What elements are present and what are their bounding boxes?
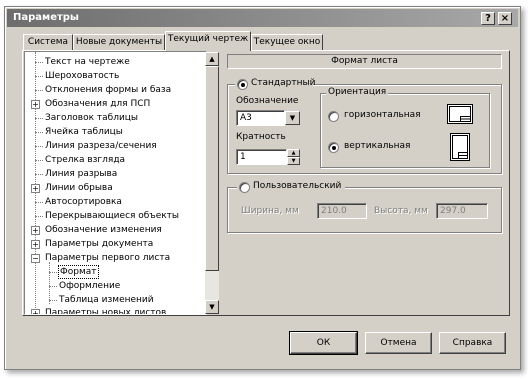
landscape-sheet-icon: [447, 104, 473, 124]
tree-item[interactable]: Линия разреза/сечения: [25, 139, 205, 153]
horizontal-radio[interactable]: [328, 111, 339, 122]
tree-item[interactable]: Текст на чертеже: [25, 55, 205, 69]
close-button[interactable]: ×: [498, 12, 512, 25]
collapse-icon[interactable]: −: [31, 254, 40, 263]
multiplicity-stepper[interactable]: 1: [236, 149, 287, 165]
tree-item-format[interactable]: Формат: [25, 265, 205, 279]
tab-new-documents[interactable]: Новые документы: [73, 34, 165, 51]
settings-tree[interactable]: Текст на чертеже Шероховатость Отклонени…: [24, 51, 207, 315]
multiplicity-label: Кратность: [236, 132, 286, 142]
scroll-down-icon[interactable]: ▼: [205, 300, 219, 314]
height-field[interactable]: 297.0: [436, 203, 488, 219]
scroll-up-icon[interactable]: ▲: [205, 52, 219, 66]
tab-current-drawing[interactable]: Текущий чертеж: [165, 31, 251, 51]
width-field[interactable]: 210.0: [317, 203, 367, 219]
portrait-sheet-icon: [450, 133, 470, 161]
panel-header: Формат листа: [227, 54, 502, 69]
expand-icon[interactable]: +: [31, 184, 40, 193]
height-label: Высота, мм: [374, 206, 428, 216]
tree-item[interactable]: Таблица изменений: [25, 293, 205, 307]
tree-item[interactable]: + Параметры документа: [25, 237, 205, 251]
vertical-option[interactable]: вертикальная: [328, 141, 438, 154]
help-title-button[interactable]: ?: [481, 12, 495, 25]
custom-radio[interactable]: [239, 182, 250, 193]
designation-select[interactable]: А3: [236, 110, 285, 126]
spin-up-icon[interactable]: ▲: [287, 149, 300, 157]
tree-item[interactable]: − Параметры первого листа: [25, 251, 205, 265]
tree-item[interactable]: Заголовок таблицы: [25, 111, 205, 125]
vertical-radio[interactable]: [328, 142, 339, 153]
dialog-title: Параметры: [13, 12, 79, 23]
tree-item[interactable]: + Линии обрыва: [25, 181, 205, 195]
expand-icon[interactable]: +: [31, 226, 40, 235]
expand-icon[interactable]: +: [31, 240, 40, 249]
tree-item[interactable]: + Параметры новых листов: [25, 306, 205, 314]
tree-scrollbar[interactable]: ▲ ▼: [205, 52, 219, 314]
tree-item[interactable]: Автосортировка: [25, 195, 205, 209]
tree-item[interactable]: Линия разрыва: [25, 167, 205, 181]
tree-item[interactable]: Отклонения формы и база: [25, 83, 205, 97]
ok-button[interactable]: ОК: [289, 331, 358, 355]
horizontal-option[interactable]: горизонтальная: [328, 110, 438, 123]
standard-radio[interactable]: [237, 79, 248, 90]
tree-item[interactable]: Перекрывающиеся объекты: [25, 209, 205, 223]
orientation-label: Ориентация: [326, 87, 389, 97]
tree-item[interactable]: Оформление: [25, 279, 205, 293]
title-bar: Параметры ? ×: [7, 9, 518, 27]
tree-item[interactable]: Шероховатость: [25, 69, 205, 83]
expand-icon[interactable]: +: [31, 100, 40, 109]
custom-option[interactable]: Пользовательский: [237, 181, 345, 193]
help-button[interactable]: Справка: [439, 332, 506, 354]
standard-option[interactable]: Стандартный: [235, 78, 315, 90]
cancel-button[interactable]: Отмена: [365, 332, 432, 354]
tab-system[interactable]: Система: [23, 34, 73, 51]
tree-item[interactable]: Ячейка таблицы: [25, 125, 205, 139]
spin-down-icon[interactable]: ▼: [287, 157, 300, 165]
tree-item[interactable]: Стрелка взгляда: [25, 153, 205, 167]
scrollbar-thumb[interactable]: [205, 66, 219, 271]
width-label: Ширина, мм: [241, 206, 299, 216]
tree-item[interactable]: + Обозначения для ПСП: [25, 97, 205, 111]
tree-item[interactable]: + Обозначение изменения: [25, 223, 205, 237]
expand-icon[interactable]: +: [31, 309, 40, 314]
designation-label: Обозначение: [236, 96, 299, 106]
chevron-down-icon[interactable]: ▼: [285, 111, 300, 125]
tab-current-window[interactable]: Текущее окно: [251, 34, 323, 51]
